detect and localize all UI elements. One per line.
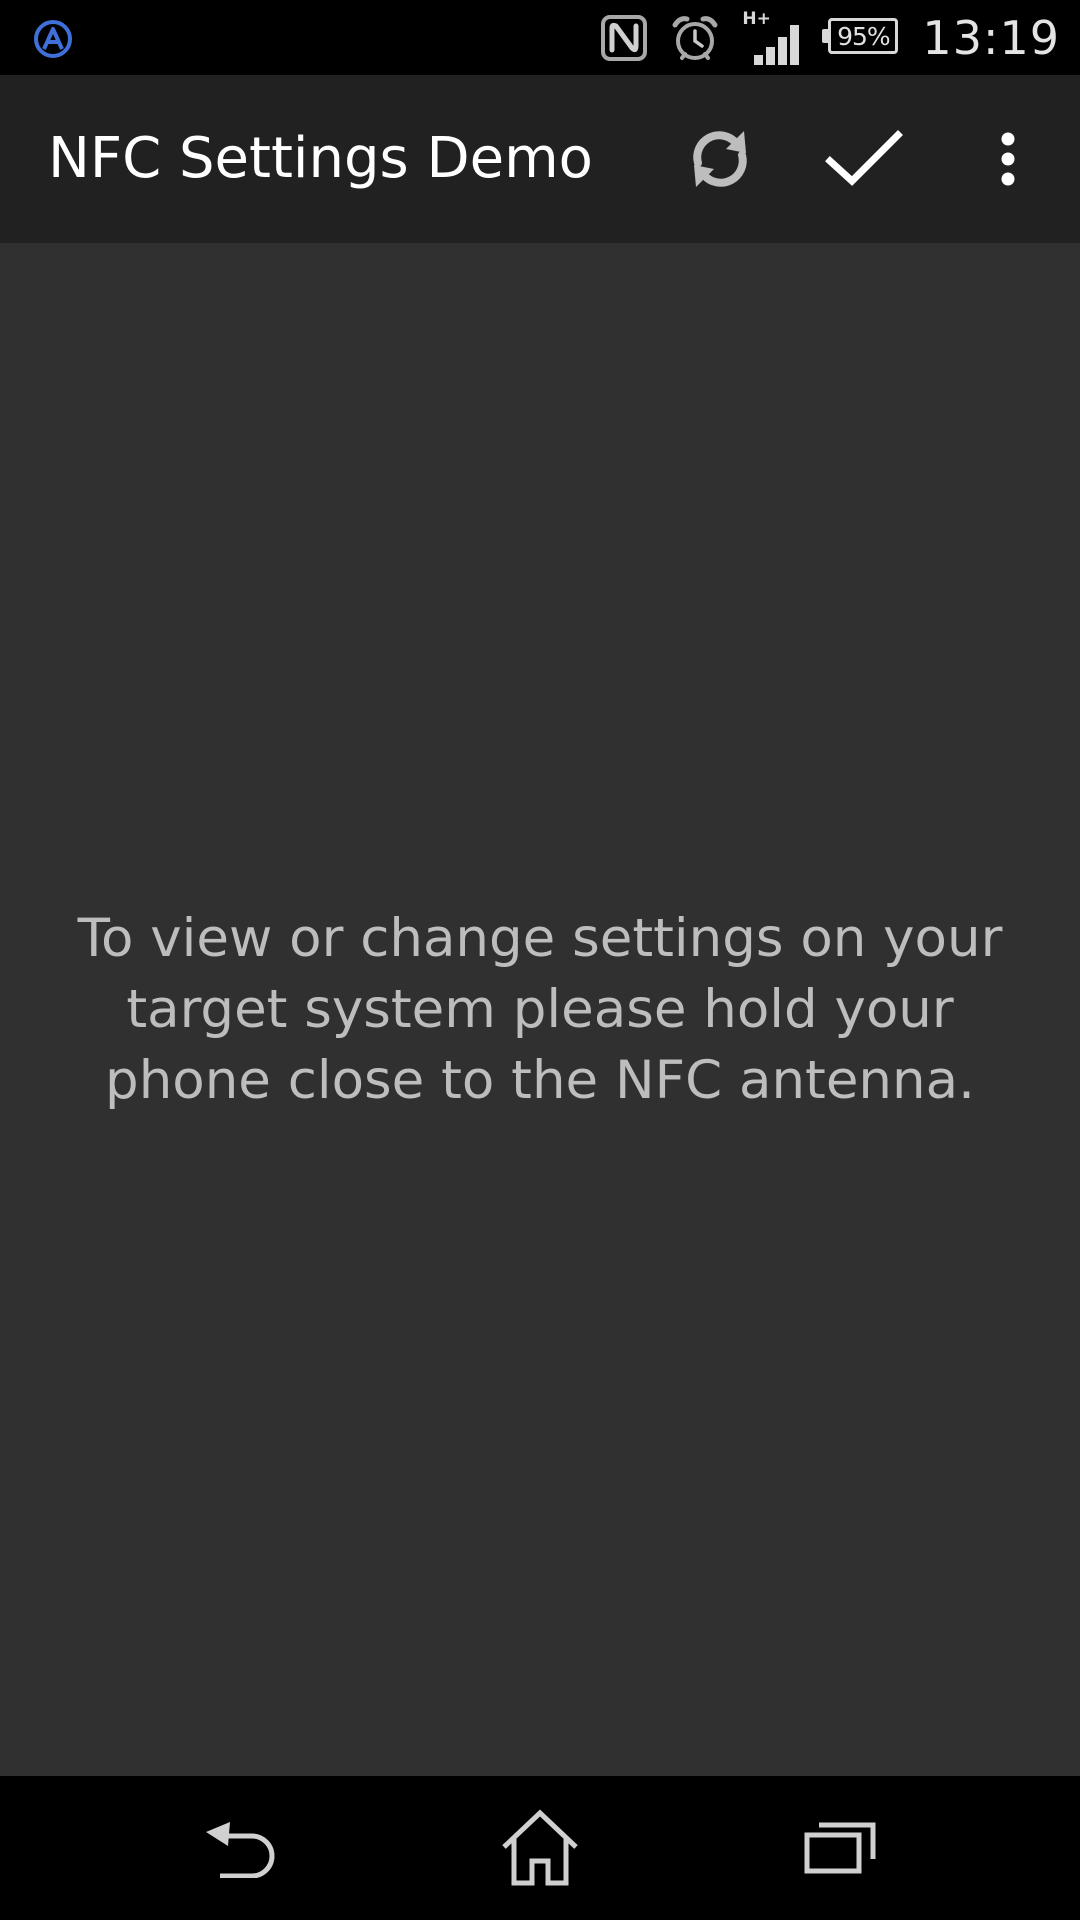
confirm-button[interactable] xyxy=(804,99,924,219)
signal-bars xyxy=(754,24,800,65)
back-button[interactable] xyxy=(170,1798,310,1898)
app-title: NFC Settings Demo xyxy=(48,126,593,191)
battery-percent: 95% xyxy=(837,21,891,51)
signal-strength-icon: H+ xyxy=(742,9,806,65)
refresh-icon xyxy=(693,131,747,187)
home-icon xyxy=(502,1809,578,1886)
nfc-icon xyxy=(601,14,648,61)
recent-apps-button[interactable] xyxy=(770,1798,910,1898)
refresh-button[interactable] xyxy=(660,99,780,219)
status-clock: 13:19 xyxy=(922,10,1060,65)
app-circle-a-icon xyxy=(34,20,72,58)
battery-icon: 95% xyxy=(822,17,902,58)
nfc-instruction-text: To view or change settings on your targe… xyxy=(77,908,1003,1111)
status-icons: H+ 95% 13:19 xyxy=(600,0,1060,75)
action-bar: NFC Settings Demo xyxy=(0,75,1080,243)
navigation-bar xyxy=(0,1776,1080,1920)
home-button[interactable] xyxy=(470,1798,610,1898)
status-bar: H+ 95% 13:19 xyxy=(0,0,1080,75)
main-content: To view or change settings on your targe… xyxy=(0,243,1080,1776)
checkmark-icon xyxy=(825,130,903,186)
overflow-menu-icon xyxy=(1001,132,1015,186)
back-icon xyxy=(206,1822,275,1878)
alarm-clock-icon xyxy=(672,15,718,60)
overflow-menu-button[interactable] xyxy=(948,99,1068,219)
recent-apps-icon xyxy=(804,1822,876,1874)
screen: H+ 95% 13:19 NFC Settings Demo To view o… xyxy=(0,0,1080,1920)
